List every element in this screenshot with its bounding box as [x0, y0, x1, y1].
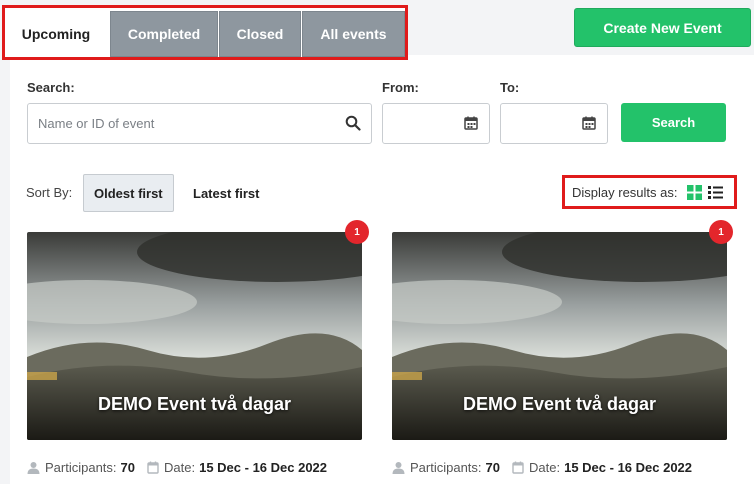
participants-label: Participants: — [45, 460, 117, 475]
participants-count: 70 — [485, 460, 501, 475]
create-new-event-button[interactable]: Create New Event — [574, 8, 751, 47]
sort-oldest-first[interactable]: Oldest first — [83, 174, 174, 212]
grid-icon[interactable] — [687, 184, 703, 200]
tab-completed[interactable]: Completed — [110, 11, 218, 57]
display-results-label: Display results as: — [572, 184, 678, 200]
tab-all-events[interactable]: All events — [302, 11, 405, 57]
sort-by-label: Sort By: — [26, 185, 73, 200]
calendar-icon — [512, 461, 524, 474]
search-button[interactable]: Search — [621, 103, 726, 142]
tab-upcoming[interactable]: Upcoming — [8, 11, 104, 57]
display-results-toggle: Display results as: — [562, 175, 737, 209]
tab-closed[interactable]: Closed — [219, 11, 301, 57]
event-meta: Participants: 70 Date: 15 Dec - 16 Dec 2… — [27, 460, 327, 475]
search-icon — [345, 115, 361, 131]
user-icon — [27, 462, 40, 474]
sort-latest-first[interactable]: Latest first — [183, 174, 269, 212]
event-date: 15 Dec - 16 Dec 2022 — [199, 460, 328, 475]
event-card[interactable]: DEMO Event två dagar — [27, 232, 362, 440]
search-input[interactable]: Name or ID of event — [27, 103, 372, 144]
calendar-icon — [582, 116, 596, 130]
event-count-badge: 1 — [345, 220, 369, 244]
event-card[interactable]: DEMO Event två dagar — [392, 232, 727, 440]
event-title: DEMO Event två dagar — [462, 394, 657, 414]
search-placeholder: Name or ID of event — [38, 116, 155, 131]
user-icon — [392, 462, 405, 474]
event-date: 15 Dec - 16 Dec 2022 — [564, 460, 693, 475]
event-count-badge: 1 — [709, 220, 733, 244]
to-date-field[interactable] — [500, 103, 608, 144]
from-label: From: — [382, 80, 419, 95]
search-label: Search: — [27, 80, 75, 95]
event-tabs: Upcoming Completed Closed All events — [2, 5, 408, 60]
list-icon[interactable] — [708, 185, 724, 200]
from-date-field[interactable] — [382, 103, 490, 144]
to-label: To: — [500, 80, 520, 95]
calendar-icon — [147, 461, 159, 474]
events-page: Upcoming Completed Closed All events Cre… — [0, 0, 754, 484]
event-title: DEMO Event två dagar — [97, 394, 292, 414]
date-label: Date: — [529, 460, 561, 475]
event-meta: Participants: 70 Date: 15 Dec - 16 Dec 2… — [392, 460, 692, 475]
date-label: Date: — [164, 460, 196, 475]
participants-label: Participants: — [410, 460, 482, 475]
participants-count: 70 — [120, 460, 136, 475]
calendar-icon — [464, 116, 478, 130]
